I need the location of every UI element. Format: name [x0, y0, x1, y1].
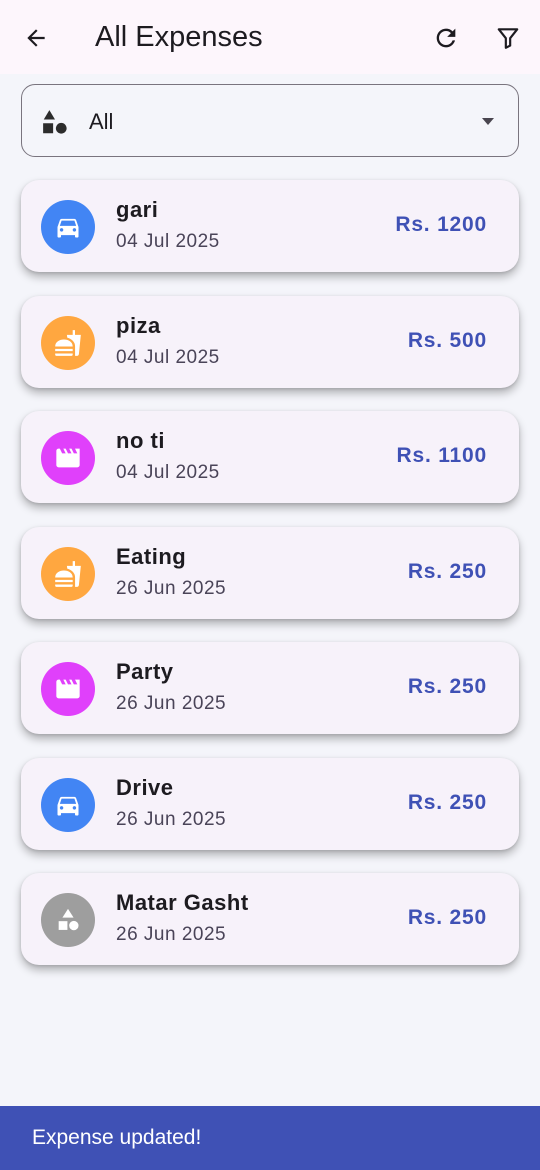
expense-card[interactable]: Eating 26 Jun 2025 Rs. 250	[21, 526, 519, 619]
expense-date: 04 Jul 2025	[116, 462, 220, 483]
expense-name: gari	[116, 197, 159, 222]
category-dropdown[interactable]: All	[21, 84, 519, 157]
category-avatar	[41, 200, 95, 254]
expense-amount: Rs. 250	[407, 559, 487, 583]
page-title: All Expenses	[95, 21, 263, 53]
expense-name: piza	[116, 312, 161, 338]
expense-name: Drive	[116, 774, 174, 800]
back-button[interactable]	[18, 20, 54, 56]
expense-date: 26 Jun 2025	[116, 577, 227, 599]
category-avatar	[41, 431, 95, 485]
category-dropdown-value: All	[89, 109, 114, 134]
movie-icon	[56, 679, 80, 699]
filter-button[interactable]	[490, 20, 526, 56]
expense-amount: Rs. 250	[407, 790, 487, 814]
snackbar-message: Expense updated!	[32, 1126, 202, 1149]
expense-card[interactable]: Party 26 Jun 2025 Rs. 250	[21, 642, 519, 734]
category-avatar	[41, 662, 95, 716]
refresh-button[interactable]	[428, 20, 464, 56]
expense-amount: Rs. 250	[407, 906, 487, 929]
category-shapes-icon	[58, 908, 79, 931]
fastfood-icon	[55, 329, 81, 356]
expense-date: 04 Jul 2025	[116, 346, 220, 368]
expense-card[interactable]: piza 04 Jul 2025 Rs. 500	[21, 295, 519, 388]
expense-amount: Rs. 1200	[395, 213, 487, 236]
expense-name: Matar Gasht	[116, 890, 249, 915]
snackbar: Expense updated!	[0, 1106, 540, 1170]
expense-card[interactable]: Drive 26 Jun 2025 Rs. 250	[21, 757, 519, 850]
category-avatar	[41, 777, 95, 832]
movie-icon	[56, 448, 80, 468]
refresh-icon	[436, 28, 456, 48]
expense-date: 26 Jun 2025	[116, 924, 227, 945]
expense-amount: Rs. 500	[407, 328, 487, 352]
filter-icon	[497, 28, 519, 49]
car-icon	[57, 218, 79, 238]
arrow-back-icon	[27, 29, 45, 47]
dropdown-arrow-icon	[482, 118, 494, 125]
expense-date: 26 Jun 2025	[116, 693, 227, 714]
expense-card[interactable]: gari 04 Jul 2025 Rs. 1200	[21, 180, 519, 272]
expense-date: 04 Jul 2025	[116, 231, 220, 252]
category-avatar	[41, 546, 95, 601]
expense-amount: Rs. 1100	[396, 444, 487, 467]
expense-name: Party	[116, 659, 174, 684]
expense-amount: Rs. 250	[407, 675, 487, 698]
category-avatar	[41, 315, 95, 370]
expense-card[interactable]: Matar Gasht 26 Jun 2025 Rs. 250	[21, 873, 519, 965]
car-icon	[57, 796, 79, 815]
fastfood-icon	[55, 560, 81, 587]
expense-card[interactable]: no ti 04 Jul 2025 Rs. 1100	[21, 411, 519, 503]
expense-name: Eating	[116, 543, 187, 569]
expense-name: no ti	[116, 428, 165, 453]
app-bar: All Expenses	[0, 0, 540, 74]
expense-date: 26 Jun 2025	[116, 808, 227, 830]
category-avatar	[41, 893, 95, 947]
category-shapes-icon	[43, 110, 67, 134]
